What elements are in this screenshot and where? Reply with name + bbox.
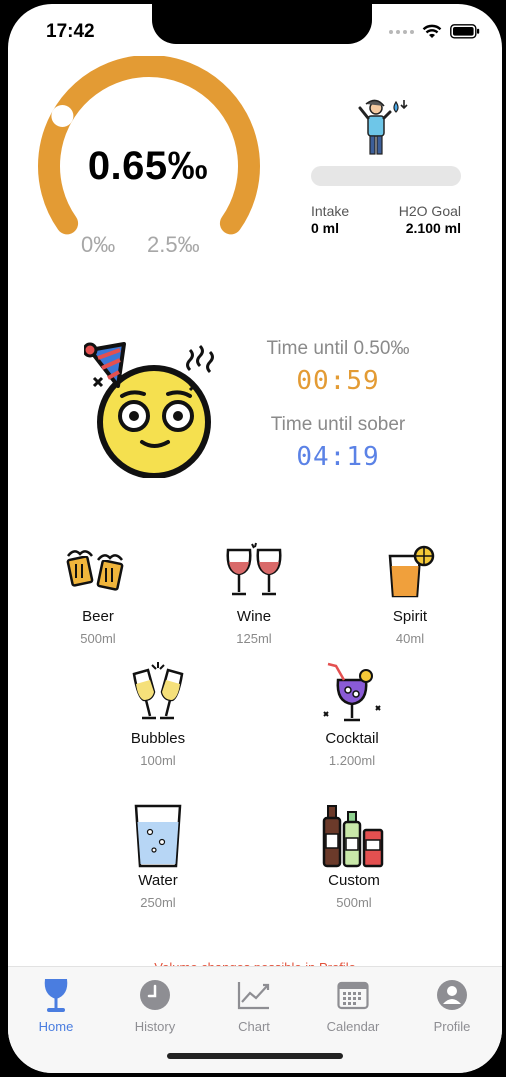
person-icon [437, 980, 467, 1010]
intake-value: 0 ml [311, 220, 340, 236]
drink-name: Spirit [392, 608, 428, 625]
drink-volume: 40ml [395, 631, 425, 646]
drink-volume: 250ml [140, 895, 176, 910]
drink-name: Bubbles [130, 730, 186, 747]
tab-label: Calendar [326, 1019, 380, 1034]
drink-wine[interactable]: Wine 125ml [194, 540, 314, 646]
drink-name: Custom [328, 872, 380, 889]
status-icons [389, 24, 480, 39]
bottles-icon [322, 805, 384, 868]
water-glass-icon [134, 804, 182, 868]
wifi-icon [422, 24, 442, 38]
screen: 17:42 0.65‰ 0‰ 2.5‰ Intake 0 ml H2O Goal… [8, 4, 502, 1073]
beer-mugs-icon [66, 550, 124, 591]
party-face-icon [84, 342, 214, 478]
drink-water[interactable]: Water 250ml [98, 804, 218, 910]
tab-profile[interactable]: Profile [407, 975, 497, 1034]
notch [152, 4, 372, 44]
drink-name: Beer [82, 608, 114, 625]
drink-name: Water [138, 872, 178, 889]
drink-cocktail[interactable]: Cocktail 1.200ml [292, 662, 412, 768]
time-until-sober-value: 04:19 [296, 442, 380, 472]
time-until-limit-label: Time until 0.50‰ [266, 338, 410, 359]
line-chart-icon [237, 982, 270, 1010]
promille-gauge: 0.65‰ 0‰ 2.5‰ [36, 55, 262, 266]
battery-icon [450, 24, 480, 39]
calendar-icon [337, 981, 369, 1010]
clock-icon [140, 980, 170, 1010]
tab-label: Chart [238, 1019, 270, 1034]
tab-calendar[interactable]: Calendar [308, 975, 398, 1034]
phone-frame: 17:42 0.65‰ 0‰ 2.5‰ Intake 0 ml H2O Goal… [0, 0, 506, 1077]
drink-bubbles[interactable]: Bubbles 100ml [98, 662, 218, 768]
gauge-max-label: 2.5‰ [147, 232, 200, 257]
cocktail-icon [323, 662, 381, 722]
status-time: 17:42 [46, 21, 95, 42]
drink-name: Wine [236, 608, 272, 625]
tab-chart[interactable]: Chart [209, 975, 299, 1034]
time-until-sober-label: Time until sober [270, 414, 406, 435]
promille-value: 0.65‰ [87, 144, 209, 188]
gauge-min-label: 0‰ [81, 232, 116, 257]
signal-icon [389, 29, 414, 34]
time-until-limit-value: 00:59 [296, 366, 380, 396]
drink-volume: 500ml [336, 895, 372, 910]
drink-volume: 125ml [236, 631, 272, 646]
tab-label: Home [38, 1019, 74, 1034]
drink-custom[interactable]: Custom 500ml [294, 804, 414, 910]
drink-volume: 500ml [80, 631, 116, 646]
champagne-glasses-icon [132, 662, 184, 720]
tab-bar: Home History Chart Calendar Profile [8, 966, 502, 1073]
drink-volume: 1.200ml [328, 753, 376, 768]
goal-value: 2.100 ml [405, 220, 461, 236]
spirit-glass-icon [388, 545, 435, 598]
tab-home[interactable]: Home [11, 975, 101, 1034]
goal-label: H2O Goal [398, 203, 461, 219]
drink-spirit[interactable]: Spirit 40ml [350, 540, 470, 646]
drink-name: Cocktail [325, 730, 379, 747]
drink-volume: 100ml [140, 753, 176, 768]
tab-history[interactable]: History [110, 975, 200, 1034]
home-indicator [167, 1053, 343, 1059]
wine-glasses-icon [226, 542, 282, 596]
tab-label: Profile [433, 1019, 471, 1034]
intake-label: Intake [311, 203, 350, 219]
wine-glass-icon [44, 979, 68, 1012]
water-progress-bar [311, 166, 461, 186]
drink-beer[interactable]: Beer 500ml [38, 540, 158, 646]
person-drinking-water-icon[interactable] [358, 98, 408, 156]
tab-label: History [134, 1019, 176, 1034]
